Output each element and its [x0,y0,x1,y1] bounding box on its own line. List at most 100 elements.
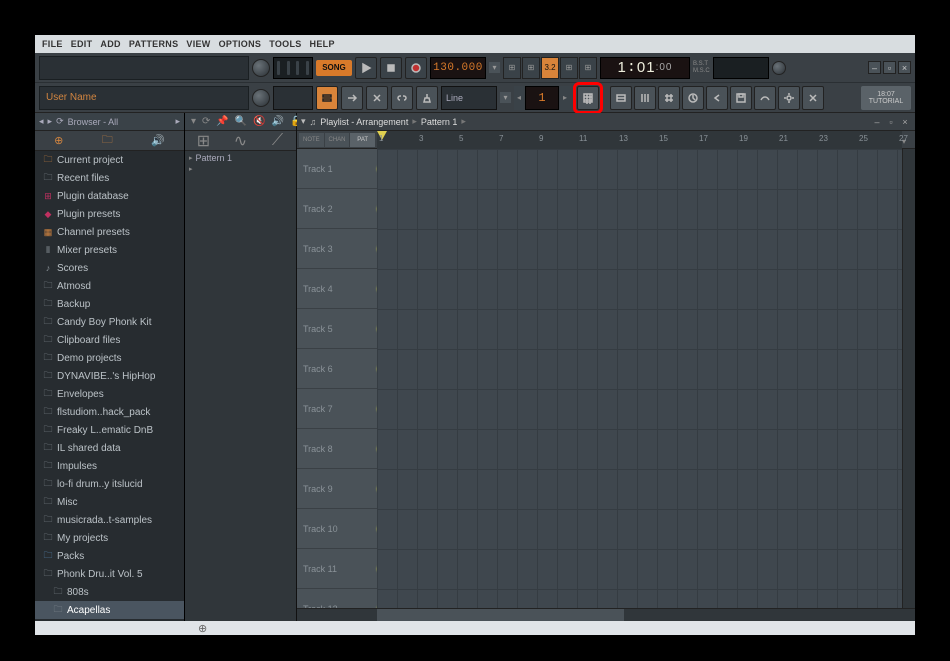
picker-pattern-item[interactable]: Pattern 1 [185,151,296,165]
mode-chan[interactable]: CHAN [325,133,350,147]
browser-item[interactable]: 🗀Impulses [35,457,184,475]
picker-pin-icon[interactable]: 📌 [216,116,228,127]
info-button[interactable] [802,86,824,110]
track-header[interactable]: Track 12 [297,589,377,608]
undo-button[interactable] [706,86,728,110]
tempo-display[interactable]: 130.000 [430,57,486,79]
pattern-number[interactable]: 1 [525,86,559,110]
picker-tab-auto-icon[interactable]: ⟋ [269,133,287,149]
save-button[interactable] [730,86,752,110]
mode-note[interactable]: NOTE [299,133,324,147]
browser-item[interactable]: 🗀lo-fi drum..y itslucid [35,475,184,493]
menu-patterns[interactable]: PATTERNS [126,39,182,49]
menu-add[interactable]: ADD [97,39,123,49]
browser-item[interactable]: 🗀Envelopes [35,385,184,403]
tool-paint[interactable] [366,86,388,110]
snap-select-chevron-icon[interactable]: ▾ [500,92,511,103]
menu-options[interactable]: OPTIONS [216,39,265,49]
stop-button[interactable] [380,57,402,79]
browser-item[interactable]: ⫴Mixer presets [35,241,184,259]
browser-tab-collapse-icon[interactable]: ⊕ [54,134,63,147]
browser-item[interactable]: ▦Channel presets [35,223,184,241]
browser-fwd-icon[interactable]: ▸ [48,116,53,127]
picker-refresh-icon[interactable]: ⟳ [202,116,210,127]
mode-pat[interactable]: PAT [350,133,375,147]
tool-stamp[interactable] [416,86,438,110]
view-channel-rack-button[interactable] [610,86,632,110]
browser-item[interactable]: 🗀Demo projects [35,349,184,367]
browser-item[interactable]: ♪Scores [35,259,184,277]
browser-item[interactable]: 🗀Freaky L..ematic DnB [35,421,184,439]
browser-item[interactable]: ⊞Plugin database [35,187,184,205]
playlist-maximize[interactable]: ▫ [885,116,897,128]
view-tempo-button[interactable] [682,86,704,110]
browser-list[interactable]: 🗀Current project🗀Recent files⊞Plugin dat… [35,151,184,621]
time-mode-label[interactable]: B.S.TM.S.C [693,61,710,75]
browser-tab-audio-icon[interactable]: 🔊 [151,134,165,147]
browser-item[interactable]: 🗀IL shared data [35,439,184,457]
menu-edit[interactable]: EDIT [68,39,96,49]
minimize-button[interactable]: – [868,61,881,74]
browser-menu-icon[interactable]: ▸ [175,116,180,127]
browser-item[interactable]: 🗀My projects [35,529,184,547]
play-button[interactable] [355,57,377,79]
tutorial-badge[interactable]: 18:07 TUTORIAL [861,86,911,110]
browser-item[interactable]: 🗀Acapellas [35,601,184,619]
playlist-grid[interactable] [377,149,902,608]
close-button[interactable]: × [898,61,911,74]
track-header[interactable]: Track 6 [297,349,377,389]
browser-item[interactable]: 🗀Atmosd [35,277,184,295]
browser-reload-icon[interactable]: ⟳ [56,116,64,127]
playlist-scrollbar-horizontal[interactable] [297,608,915,621]
view-browser-button[interactable] [658,86,680,110]
render-button[interactable] [754,86,776,110]
main-volume-knob[interactable] [252,59,270,77]
browser-item[interactable]: 🗀Misc [35,493,184,511]
snap-5[interactable]: ⊞ [579,57,597,79]
tool-draw[interactable] [341,86,363,110]
track-header[interactable]: Track 10 [297,509,377,549]
playlist-scrollbar-vertical[interactable] [902,149,915,608]
browser-item[interactable]: 🗀Phonk Dru..it Vol. 5 [35,565,184,583]
playlist-ruler[interactable]: 1357911131517192123252729 [377,131,902,149]
menu-help[interactable]: HELP [307,39,338,49]
browser-back-icon[interactable]: ◂ [39,116,44,127]
browser-item[interactable]: 🗀Clipboard files [35,331,184,349]
settings-button[interactable] [778,86,800,110]
browser-item[interactable]: 🗀musicrada..t-samples [35,511,184,529]
view-playlist-button[interactable] [316,86,338,110]
track-header[interactable]: Track 7 [297,389,377,429]
song-mode-toggle[interactable]: SONG [316,60,352,76]
snap-1[interactable]: ⊞ [503,57,521,79]
track-header[interactable]: Track 5 [297,309,377,349]
browser-item[interactable]: 🗀Packs [35,547,184,565]
pattern-next[interactable]: ▸ [560,86,570,110]
snap-4[interactable]: ⊞ [560,57,578,79]
picker-tab-pat-icon[interactable]: ⊞ [195,133,213,149]
snap-select[interactable]: Line [441,86,497,110]
tempo-menu-icon[interactable]: ▾ [489,62,500,73]
picker-tab-audio-icon[interactable]: ∿ [232,133,250,149]
resize-handle-icon[interactable]: ⊕ [198,622,207,635]
browser-tab-files-icon[interactable]: 🗀 [102,131,113,150]
view-piano-roll-button[interactable] [577,86,599,110]
user-name-field[interactable]: User Name [39,86,249,110]
snap-3[interactable]: 3.2 [541,57,559,79]
menu-view[interactable]: VIEW [183,39,213,49]
record-button[interactable] [405,57,427,79]
browser-item[interactable]: 🗀Current project [35,151,184,169]
browser-item[interactable]: 🗀Candy Boy Phonk Kit [35,313,184,331]
track-header[interactable]: Track 2 [297,189,377,229]
track-header[interactable]: Track 3 [297,229,377,269]
browser-item[interactable]: 🗀808s [35,583,184,601]
pattern-prev[interactable]: ◂ [514,86,524,110]
master-pitch-knob[interactable] [772,61,786,75]
track-header[interactable]: Track 4 [297,269,377,309]
playlist-menu-icon[interactable]: ▾ [301,116,306,127]
playlist-pattern-crumb[interactable]: Pattern 1 [421,117,458,127]
picker-search-icon[interactable]: 🔍 [235,116,247,127]
playlist-close[interactable]: × [899,116,911,128]
picker-mute-icon[interactable]: 🔇 [253,116,265,127]
scrollbar-thumb[interactable] [377,609,624,621]
browser-item[interactable]: 🗀Backup [35,295,184,313]
